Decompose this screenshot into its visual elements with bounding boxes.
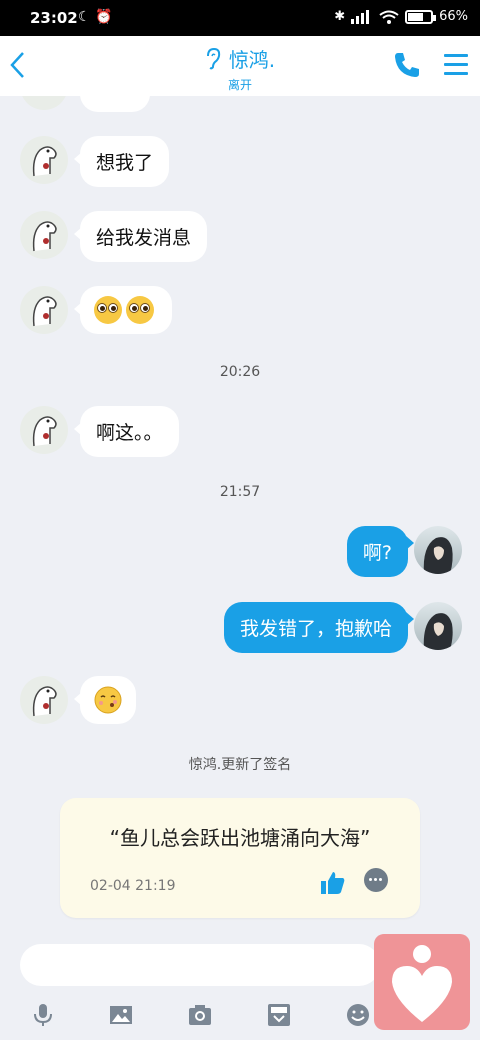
smiley-icon[interactable] [345, 1002, 371, 1028]
battery-level: 66% [439, 9, 468, 24]
camera-icon[interactable] [187, 1002, 213, 1028]
chat-area[interactable]: 想我了 给我发消息 20:26 啊这。。 21:57 啊? 我发错了，抱歉哈 惊… [0, 96, 480, 934]
alarm-icon: ⏰ [95, 9, 113, 25]
pleading-face-emoji [94, 296, 122, 324]
wifi-icon [379, 10, 399, 24]
menu-icon[interactable] [444, 54, 468, 76]
message-bubble[interactable]: 想我了 [73, 136, 170, 187]
dinosaur-icon [32, 221, 57, 252]
contact-name: 惊鸿. [228, 48, 276, 72]
message-bubble-partial[interactable] [80, 96, 150, 112]
message-bubble-sent[interactable]: 我发错了，抱歉哈 [223, 602, 415, 653]
status-right-icons: ✱ 66% [334, 9, 468, 24]
heart-icon [392, 945, 452, 1022]
mic-icon[interactable] [30, 1002, 56, 1028]
avatar[interactable] [20, 406, 68, 454]
message-bubble-sent[interactable]: 啊? [346, 526, 415, 577]
message-bubble-emoji[interactable] [74, 676, 136, 724]
comment-icon[interactable] [364, 868, 388, 892]
signal-icon [351, 9, 370, 24]
shy-face-emoji [94, 686, 122, 714]
status-time: 23:02 [30, 9, 78, 27]
message-bubble-emoji[interactable] [74, 286, 172, 334]
signature-card[interactable]: “鱼儿总会跃出池塘涌向大海” 02-04 21:19 [60, 798, 420, 918]
system-message: 惊鸿.更新了签名 [188, 757, 292, 773]
signature-text: “鱼儿总会跃出池塘涌向大海” [109, 826, 371, 850]
avatar[interactable] [414, 526, 462, 574]
bluetooth-icon: ✱ [334, 9, 346, 24]
avatar[interactable] [20, 211, 68, 259]
avatar[interactable] [414, 602, 462, 650]
status-left-icons: ☾ ⏰ [78, 9, 112, 25]
moon-icon: ☾ [78, 9, 91, 25]
message-bubble[interactable]: 啊这。。 [74, 406, 179, 457]
hooded-figure-icon [423, 537, 453, 574]
inbox-icon[interactable] [266, 1002, 292, 1028]
pleading-face-emoji [126, 296, 154, 324]
like-icon[interactable] [320, 870, 346, 896]
dinosaur-icon [32, 296, 57, 327]
dinosaur-icon [32, 146, 57, 177]
image-icon[interactable] [108, 1002, 134, 1028]
contact-name-row[interactable]: 惊鸿. [205, 44, 275, 73]
hooded-figure-icon [423, 613, 453, 650]
floating-heart-button[interactable] [374, 934, 470, 1030]
message-input[interactable] [20, 944, 380, 986]
timestamp: 20:26 [219, 364, 261, 380]
timestamp: 21:57 [219, 484, 261, 500]
avatar[interactable] [20, 676, 68, 724]
avatar[interactable] [20, 96, 68, 110]
dinosaur-icon [32, 416, 57, 447]
signature-date: 02-04 21:19 [90, 878, 176, 894]
dinosaur-icon [32, 686, 57, 717]
chat-header: 惊鸿. 离开 [0, 36, 480, 96]
ear-icon [206, 47, 220, 69]
message-bubble[interactable]: 给我发消息 [73, 211, 208, 262]
phone-icon[interactable] [392, 50, 422, 80]
avatar[interactable] [20, 286, 68, 334]
status-bar: 23:02 ☾ ⏰ ✱ 66% [0, 0, 480, 36]
battery-icon [405, 9, 437, 24]
avatar[interactable] [20, 136, 68, 184]
